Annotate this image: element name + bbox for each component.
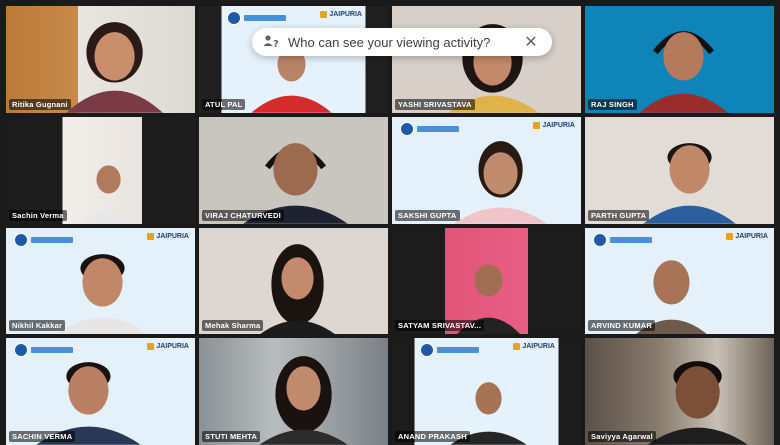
- participant-video: [243, 142, 348, 224]
- close-icon[interactable]: ✕: [520, 31, 542, 53]
- participant-tile[interactable]: Ritika Gugnani: [6, 6, 195, 113]
- participant-video: [635, 259, 708, 335]
- participant-tile[interactable]: JAIPURIA ARVIND KUMAR: [585, 227, 774, 335]
- participant-tile[interactable]: JAIPURIA SACHIN VERMA: [6, 338, 195, 445]
- participant-video: [66, 22, 163, 113]
- participant-name: Ritika Gugnani: [9, 98, 71, 110]
- participant-name: VIRAJ CHATURVEDI: [202, 209, 284, 221]
- participant-video: [259, 356, 348, 445]
- participant-video: [259, 243, 336, 335]
- participant-video: [647, 361, 748, 445]
- participant-tile[interactable]: VIRAJ CHATURVEDI: [199, 116, 388, 224]
- participant-tile[interactable]: Saviyya Agarwal: [585, 338, 774, 445]
- participant-tile[interactable]: JAIPURIA ANAND PRAKASH: [392, 338, 581, 445]
- participant-tile[interactable]: RAJ SINGH: [585, 6, 774, 113]
- participant-tile[interactable]: STUTI MEHTA: [199, 338, 388, 445]
- participant-name: Mehak Sharma: [202, 320, 264, 332]
- participant-tile[interactable]: Mehak Sharma: [199, 227, 388, 335]
- participant-video: [456, 263, 521, 335]
- participant-tile[interactable]: JAIPURIA Nikhil Kakkar: [6, 227, 195, 335]
- participant-name: ANAND PRAKASH: [395, 431, 470, 442]
- viewing-activity-notice[interactable]: ? Who can see your viewing activity? ✕: [252, 28, 552, 56]
- participant-video: [82, 165, 135, 224]
- participant-tile[interactable]: Sachin Verma: [6, 116, 195, 224]
- participant-name: YASHI SRIVASTAVA: [395, 98, 475, 110]
- participant-name: STUTI MEHTA: [202, 431, 261, 442]
- participant-tile[interactable]: SATYAM SRIVASTAV...: [392, 227, 581, 335]
- participant-video: [643, 142, 736, 224]
- participant-name: Saviyya Agarwal: [588, 431, 656, 442]
- participant-name: SATYAM SRIVASTAV...: [395, 320, 485, 332]
- svg-text:?: ?: [273, 39, 279, 50]
- participant-name: SAKSHI GUPTA: [395, 209, 460, 221]
- participant-video: [251, 47, 332, 113]
- participant-video: [36, 362, 141, 445]
- participant-video: [448, 24, 539, 113]
- people-question-icon: ?: [260, 31, 282, 53]
- participant-name: Nikhil Kakkar: [9, 320, 66, 332]
- participant-name: ATUL PAL: [202, 98, 246, 110]
- participant-video: [450, 382, 527, 445]
- participant-name: RAJ SINGH: [588, 98, 637, 110]
- video-grid: Ritika Gugnani JAIPURIA ATUL PAL YASHI S…: [6, 6, 774, 445]
- participant-tile[interactable]: JAIPURIA SAKSHI GUPTA: [392, 116, 581, 224]
- participant-video: [56, 253, 149, 335]
- participant-tile[interactable]: PARTH GUPTA: [585, 116, 774, 224]
- participant-name: Sachin Verma: [9, 209, 67, 221]
- participant-name: PARTH GUPTA: [588, 209, 650, 221]
- participant-name: ARVIND KUMAR: [588, 320, 656, 332]
- participant-tile[interactable]: JAIPURIA ATUL PAL: [199, 6, 388, 113]
- participant-tile[interactable]: YASHI SRIVASTAVA: [392, 6, 581, 113]
- participant-name: SACHIN VERMA: [9, 431, 76, 442]
- participant-video: [639, 31, 728, 113]
- participant-video: [454, 140, 547, 224]
- notice-text: Who can see your viewing activity?: [288, 34, 491, 50]
